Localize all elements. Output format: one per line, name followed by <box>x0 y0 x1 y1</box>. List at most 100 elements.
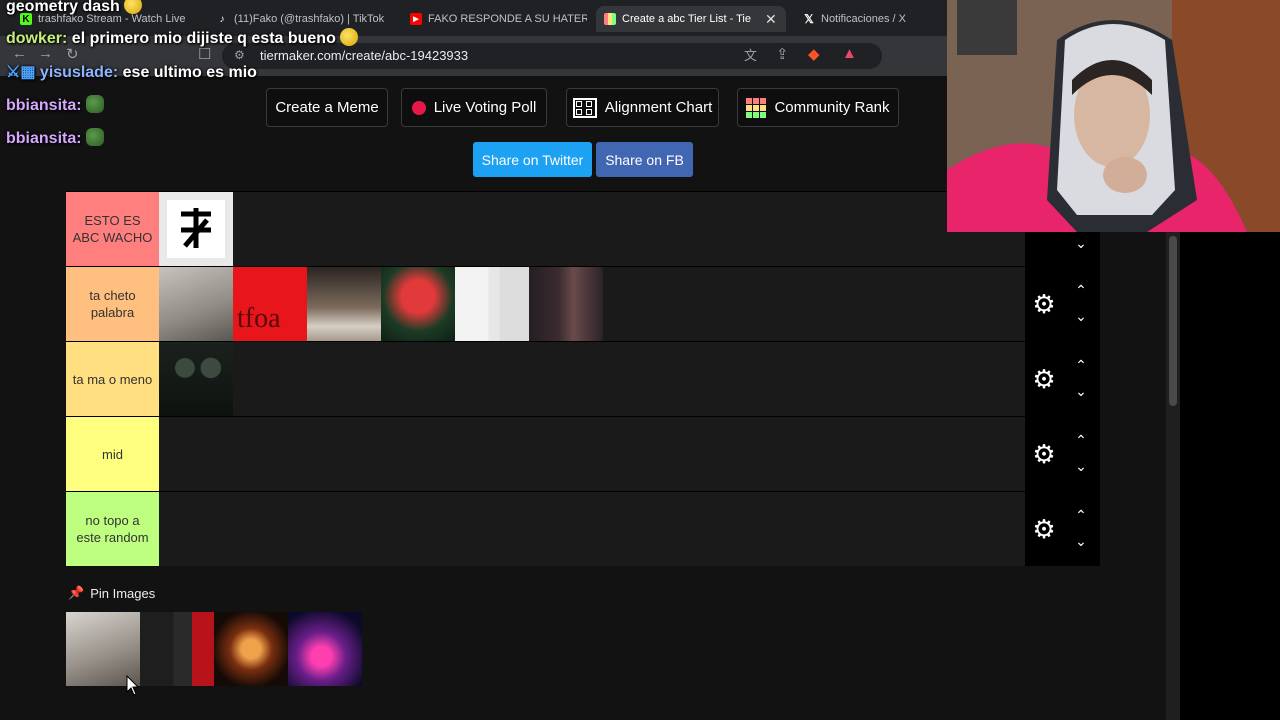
tier-image[interactable] <box>159 342 233 416</box>
button-label: Create a Meme <box>275 99 379 116</box>
button-label: Share on Twitter <box>481 151 584 168</box>
tab-title: Notificaciones / X <box>821 13 906 25</box>
grid-icon <box>572 97 597 118</box>
chevron-down-icon[interactable]: ⌄ <box>1071 236 1091 250</box>
share-icon[interactable]: ⇪ <box>776 45 789 63</box>
tab-youtube[interactable]: ▶ FAKO RESPONDE A SU HATER <box>402 6 587 32</box>
chat-message: dowker: el primero mio dijiste q esta bu… <box>6 28 359 48</box>
tab-title: FAKO RESPONDE A SU HATER <box>428 13 587 25</box>
button-label: Live Voting Poll <box>433 99 537 116</box>
emote-icon <box>124 0 143 14</box>
tfoa-cover-icon: tfoa <box>237 303 281 334</box>
button-label: Community Rank <box>774 99 890 116</box>
tier-image[interactable] <box>529 267 603 341</box>
x-icon: 𝕏 <box>804 12 814 26</box>
translate-icon[interactable]: 文 <box>744 45 757 64</box>
tier-controls: ⚙ ⌃ ⌄ <box>1025 417 1100 491</box>
right-black-panel <box>1180 232 1280 720</box>
chat-text: el primero mio dijiste q esta bueno <box>71 30 336 47</box>
screen: K trashfako Stream - Watch Live ♪ (11)Fa… <box>0 0 1280 720</box>
unranked-image[interactable] <box>288 612 362 686</box>
button-label: Share on FB <box>605 151 684 168</box>
gear-icon[interactable]: ⚙ <box>1031 291 1057 317</box>
tier-label[interactable]: no topo a este random <box>66 492 159 566</box>
scrollbar-thumb[interactable] <box>1169 236 1177 406</box>
tier-image[interactable] <box>159 192 233 266</box>
chat-message: geometry dash <box>6 0 143 16</box>
gear-icon[interactable]: ⚙ <box>1031 516 1057 542</box>
chat-message: ⚔▦ yisuslade: ese ultimo es mio <box>6 62 257 82</box>
url-text[interactable]: tiermaker.com/create/abc-19423933 <box>260 48 468 63</box>
tier-items[interactable] <box>159 342 1100 416</box>
tier-items[interactable] <box>159 417 1100 491</box>
tier-items[interactable] <box>159 492 1100 566</box>
chat-message: bbiansita: <box>6 128 105 148</box>
chat-username: bbiansita: <box>6 97 82 114</box>
close-tab-icon[interactable]: ✕ <box>765 11 777 28</box>
pin-images-header: 📌 Pin Images <box>68 585 155 601</box>
chat-text: ese ultimo es mio <box>122 64 257 81</box>
gear-icon[interactable]: ⚙ <box>1031 366 1057 392</box>
alignment-chart-button[interactable]: Alignment Chart <box>566 88 719 127</box>
chevron-down-icon[interactable]: ⌄ <box>1071 534 1091 548</box>
tier-image[interactable] <box>381 267 455 341</box>
tier-image[interactable] <box>307 267 381 341</box>
abc-logo-icon <box>167 200 225 258</box>
chevron-up-icon[interactable]: ⌃ <box>1071 433 1091 447</box>
tier-controls: ⚙ ⌃ ⌄ <box>1025 342 1100 416</box>
site-info-icon[interactable]: ⚙ <box>234 48 245 62</box>
tier-image[interactable] <box>159 267 233 341</box>
chevron-up-icon[interactable]: ⌃ <box>1071 358 1091 372</box>
share-facebook-button[interactable]: Share on FB <box>596 142 693 177</box>
tier-row: ESTO ES ABC WACHO ⚙ ⌄ <box>66 186 1100 266</box>
tiktok-icon: ♪ <box>219 13 225 25</box>
tab-title: Create a abc Tier List - Tie <box>622 13 751 25</box>
tier-label[interactable]: ta cheto palabra <box>66 267 159 341</box>
chat-message: bbiansita: <box>6 95 105 115</box>
tier-items[interactable]: tfoa <box>159 267 1100 341</box>
tier-image[interactable]: tfoa <box>233 267 307 341</box>
mouse-cursor-icon <box>126 675 139 696</box>
tier-row: mid ⚙ ⌃ ⌄ <box>66 416 1100 491</box>
chevron-up-icon[interactable]: ⌃ <box>1071 508 1091 522</box>
tier-row: no topo a este random ⚙ ⌃ ⌄ <box>66 491 1100 566</box>
unranked-image[interactable] <box>214 612 288 686</box>
tier-label[interactable]: mid <box>66 417 159 491</box>
tier-label[interactable]: ESTO ES ABC WACHO <box>66 192 159 266</box>
youtube-icon: ▶ <box>410 13 422 25</box>
chevron-down-icon[interactable]: ⌄ <box>1071 459 1091 473</box>
tab-x[interactable]: 𝕏 Notificaciones / X <box>795 6 945 32</box>
button-label: Alignment Chart <box>604 99 713 116</box>
tier-row: ta ma o meno ⚙ ⌃ ⌄ <box>66 341 1100 416</box>
tiermaker-icon <box>604 13 616 25</box>
tier-controls: ⚙ ⌃ ⌄ <box>1025 492 1100 566</box>
brave-shield-icon[interactable]: ◆ <box>808 45 820 63</box>
unranked-image[interactable] <box>140 612 214 686</box>
emote-icon <box>86 128 105 146</box>
create-meme-button[interactable]: Create a Meme <box>266 88 388 127</box>
community-rank-button[interactable]: Community Rank <box>737 88 899 127</box>
tier-controls: ⚙ ⌃ ⌄ <box>1025 267 1100 341</box>
gear-icon[interactable]: ⚙ <box>1031 441 1057 467</box>
emote-icon <box>86 95 105 113</box>
chat-username: dowker: <box>6 30 68 47</box>
tier-label[interactable]: ta ma o meno <box>66 342 159 416</box>
emote-icon <box>340 28 359 46</box>
live-voting-poll-button[interactable]: Live Voting Poll <box>401 88 547 127</box>
streamer-figure-icon <box>947 0 1280 232</box>
chat-username: geometry dash <box>6 0 120 15</box>
tab-tiermaker[interactable]: Create a abc Tier List - Tie ✕ <box>596 6 786 32</box>
tier-row: ta cheto palabra tfoa ⚙ ⌃ ⌄ <box>66 266 1100 341</box>
chevron-down-icon[interactable]: ⌄ <box>1071 309 1091 323</box>
pin-images-tray <box>66 612 362 686</box>
tab-title: (11)Fako (@trashfako) | TikTok <box>234 13 385 25</box>
pin-images-label: Pin Images <box>90 585 156 601</box>
record-icon <box>411 100 426 115</box>
brave-rewards-icon[interactable]: ▲ <box>842 45 857 62</box>
badge-icon: ▦ <box>20 64 36 81</box>
chevron-down-icon[interactable]: ⌄ <box>1071 384 1091 398</box>
tier-image[interactable] <box>455 267 529 341</box>
share-twitter-button[interactable]: Share on Twitter <box>473 142 592 177</box>
chevron-up-icon[interactable]: ⌃ <box>1071 283 1091 297</box>
pin-icon: 📌 <box>68 585 85 600</box>
